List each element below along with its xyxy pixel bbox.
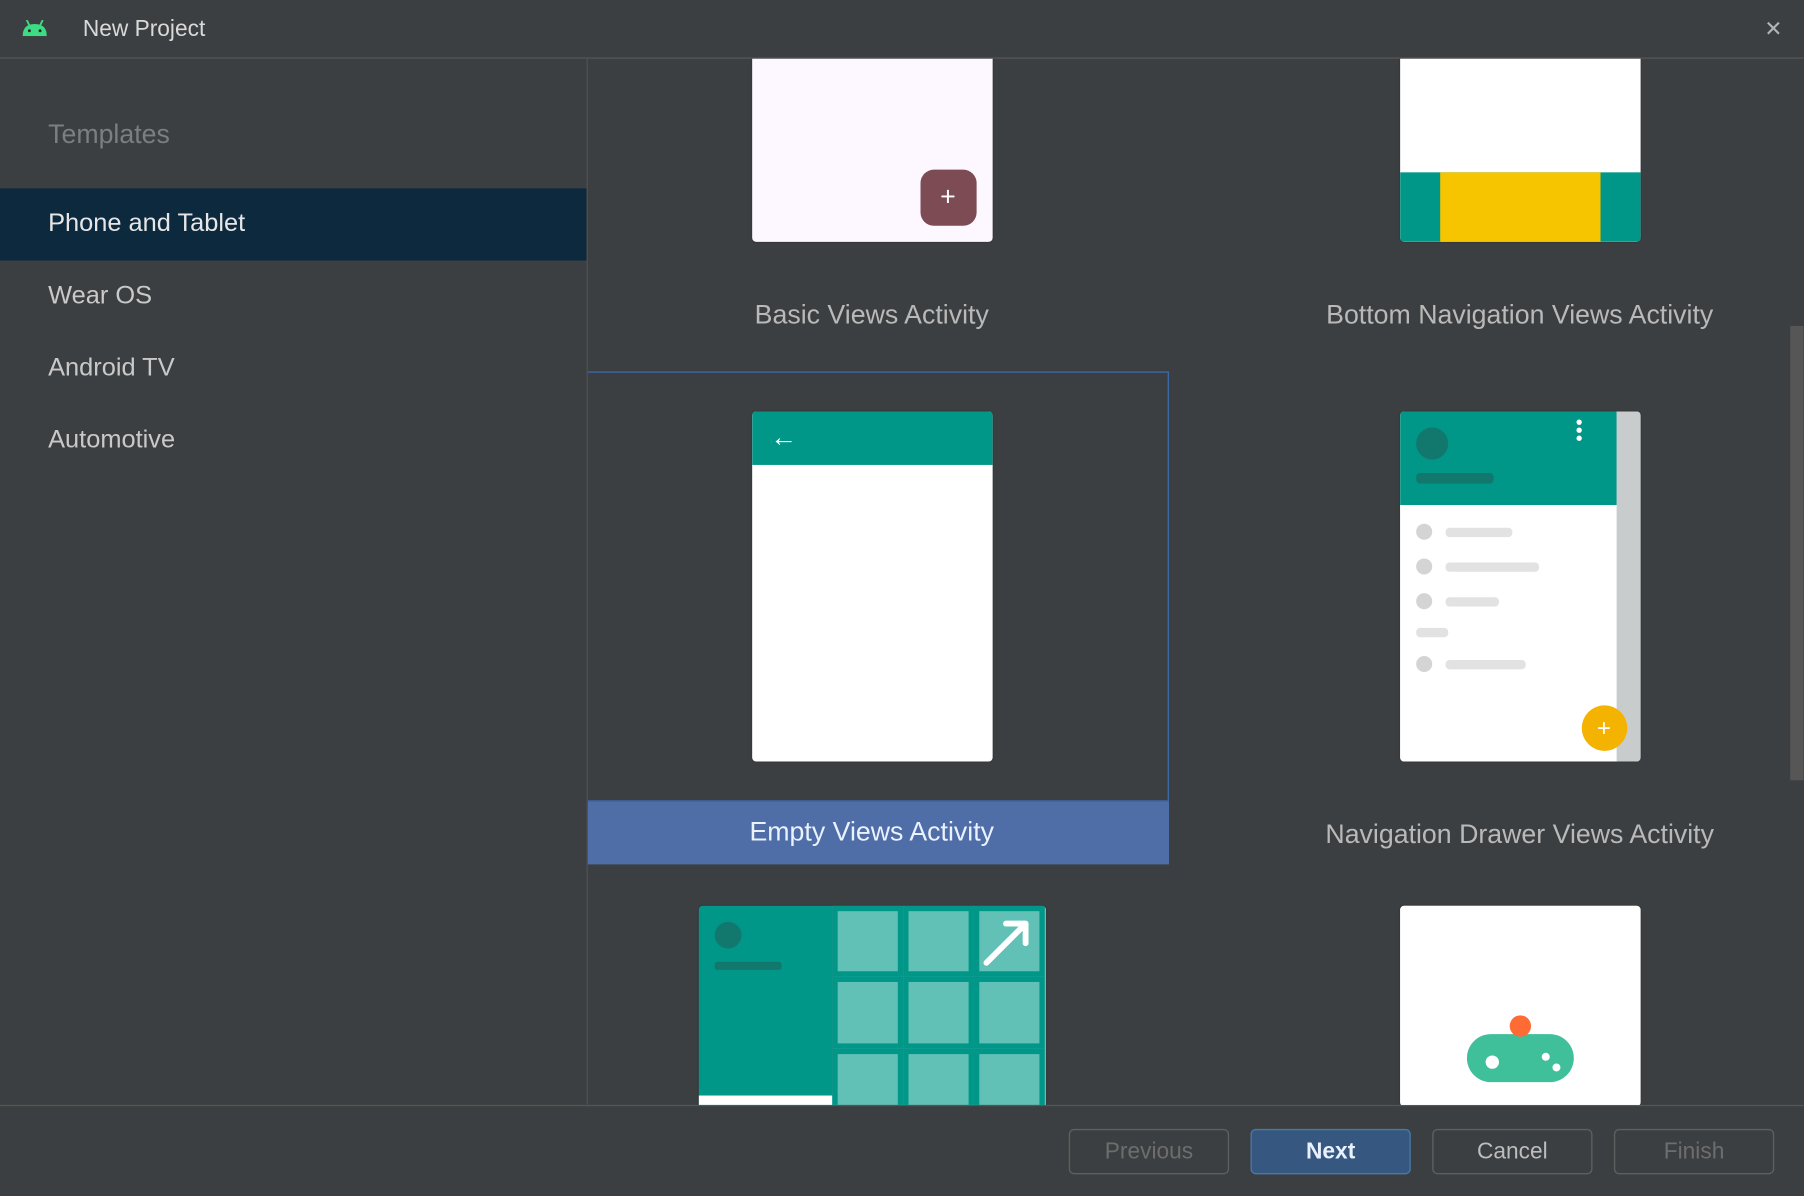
preview-bottom-navigation [1399, 59, 1639, 242]
template-label: Navigation Drawer Views Activity [1222, 802, 1803, 892]
template-gallery: + Basic Views Activity B [588, 59, 1804, 1105]
template-preview: + [1222, 371, 1803, 801]
bottom-bar-highlight [1440, 172, 1600, 241]
template-game[interactable] [1222, 904, 1803, 1104]
list-item [1415, 558, 1599, 574]
preview-navigation-drawer: + [1399, 411, 1639, 761]
template-preview: ← [588, 371, 1169, 801]
finish-button[interactable]: Finish [1614, 1128, 1774, 1173]
preview-game [1399, 906, 1639, 1105]
fab-plus-icon: + [920, 170, 976, 226]
drawer-header [1399, 411, 1615, 505]
fab-plus-icon: + [1581, 705, 1626, 750]
template-preview [1222, 904, 1803, 1104]
sidebar: Templates Phone and Tablet Wear OS Andro… [0, 59, 588, 1105]
app-bar: ← [752, 411, 992, 464]
list-item [1415, 628, 1599, 637]
previous-button[interactable]: Previous [1069, 1128, 1229, 1173]
template-responsive[interactable] [588, 904, 1169, 1104]
template-label: Bottom Navigation Views Activity [1222, 282, 1803, 372]
side-panel [698, 906, 832, 1105]
dialog-footer: Previous Next Cancel Finish [0, 1105, 1804, 1196]
list-item [1415, 656, 1599, 672]
template-navigation-drawer[interactable]: + Navigation Drawer Views Activity [1222, 371, 1803, 904]
avatar-icon [714, 922, 741, 949]
list-item [1415, 524, 1599, 540]
sidebar-heading: Templates [0, 104, 587, 188]
game-controller-icon [1466, 1023, 1573, 1082]
template-label: Basic Views Activity [588, 282, 1169, 372]
cancel-button[interactable]: Cancel [1432, 1128, 1592, 1173]
overflow-menu-icon [1576, 420, 1581, 441]
template-grid: + Basic Views Activity B [588, 59, 1804, 1105]
template-preview [588, 904, 1169, 1104]
list-item [1415, 593, 1599, 609]
template-scroll-area: + Basic Views Activity B [588, 59, 1804, 1105]
titlebar: New Project ✕ [0, 0, 1804, 59]
sidebar-item-phone-tablet[interactable]: Phone and Tablet [0, 188, 587, 260]
avatar-icon [1415, 428, 1447, 460]
new-project-dialog: New Project ✕ Templates Phone and Tablet… [0, 0, 1804, 1196]
template-preview: + [588, 59, 1169, 282]
sidebar-item-wear-os[interactable]: Wear OS [0, 261, 587, 333]
header-line [1415, 473, 1492, 484]
expand-arrow-icon [976, 914, 1035, 979]
sidebar-item-android-tv[interactable]: Android TV [0, 333, 587, 405]
next-button[interactable]: Next [1250, 1128, 1410, 1173]
template-bottom-navigation[interactable]: Bottom Navigation Views Activity [1222, 59, 1803, 372]
drawer-scroll [1616, 411, 1640, 761]
vertical-scrollbar[interactable] [1790, 326, 1803, 780]
back-arrow-icon: ← [770, 423, 797, 454]
template-empty-views[interactable]: ← Empty Views Activity [588, 371, 1169, 904]
template-preview [1222, 59, 1803, 282]
dialog-title: New Project [83, 15, 205, 42]
bottom-strip [698, 1096, 832, 1105]
preview-responsive [698, 906, 1045, 1105]
preview-basic-views: + [752, 59, 992, 242]
template-label: Empty Views Activity [588, 802, 1169, 865]
grid-panel [832, 906, 1046, 1105]
android-icon [21, 19, 48, 38]
sidebar-item-automotive[interactable]: Automotive [0, 405, 587, 477]
text-line [714, 962, 781, 970]
close-icon[interactable]: ✕ [1764, 16, 1782, 43]
template-basic-views[interactable]: + Basic Views Activity [588, 59, 1169, 372]
game-body [1399, 906, 1639, 1105]
dialog-body: Templates Phone and Tablet Wear OS Andro… [0, 59, 1804, 1105]
preview-empty-views: ← [752, 411, 992, 761]
